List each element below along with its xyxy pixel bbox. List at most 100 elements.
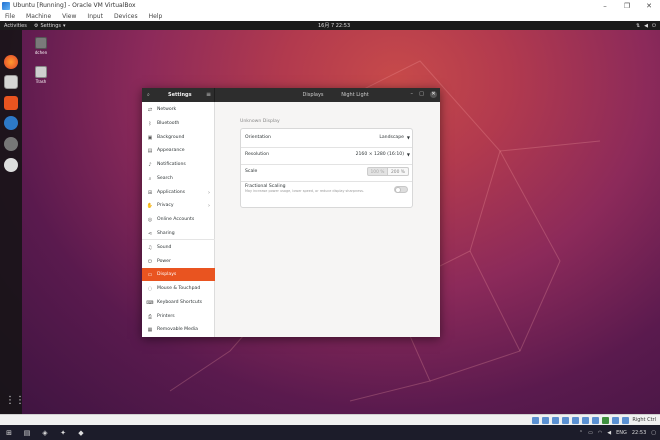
- language-indicator[interactable]: ENG: [616, 430, 627, 436]
- cpu-icon[interactable]: [612, 416, 620, 424]
- app-task-icon[interactable]: ✦: [54, 429, 72, 437]
- scale-row: Scale 100 % 200 %: [241, 167, 412, 178]
- hamburger-menu-icon[interactable]: ≡: [206, 91, 211, 98]
- sidebar-item-network[interactable]: ⇄ Network: [142, 103, 215, 116]
- battery-icon[interactable]: ▭: [588, 430, 593, 436]
- search-icon[interactable]: ⌕: [147, 92, 150, 98]
- shared-folder-icon[interactable]: [582, 416, 590, 424]
- network-status-icon: ⇅: [635, 22, 641, 29]
- sidebar-item-power[interactable]: ⏻ Power: [142, 255, 215, 268]
- network-icon[interactable]: [562, 416, 570, 424]
- trash-icon: [35, 66, 47, 78]
- settings-sidebar: ⇄ Network ᛒ Bluetooth ▣ Background ▤ Appeara…: [142, 102, 215, 337]
- app-menu[interactable]: ⚙ Settings ▾: [34, 23, 66, 29]
- bell-icon: ♪: [148, 161, 152, 168]
- menu-help[interactable]: Help: [144, 13, 169, 20]
- files-icon[interactable]: [4, 75, 18, 89]
- accounts-icon: ◎: [147, 216, 153, 223]
- orientation-row[interactable]: Orientation Landscape ▼: [241, 135, 412, 143]
- appearance-icon: ▤: [147, 147, 153, 154]
- close-icon[interactable]: ✕: [638, 2, 660, 10]
- system-tray[interactable]: ⇅ ◀ ⏻: [636, 23, 656, 29]
- sidebar-item-search[interactable]: ⌕ Search: [142, 172, 215, 185]
- tab-night-light[interactable]: Night Light: [334, 92, 376, 98]
- sidebar-item-notifications[interactable]: ♪ Notifications: [142, 158, 215, 171]
- display-icon[interactable]: [592, 416, 600, 424]
- desktop-icon-home[interactable]: dchen: [29, 37, 53, 55]
- dock: ⋮⋮: [0, 30, 25, 414]
- windows-start-icon[interactable]: ⊞: [0, 429, 18, 437]
- sidebar-item-label: Sound: [157, 245, 172, 250]
- sidebar-item-privacy[interactable]: ✋ Privacy ›: [142, 199, 215, 212]
- wifi-icon[interactable]: ◠: [598, 430, 602, 436]
- chevron-up-icon[interactable]: ⌃: [579, 430, 583, 436]
- task-view-icon[interactable]: ▤: [18, 429, 36, 437]
- mouse-icon: ◌: [147, 285, 153, 292]
- headerbar: ⌕ Settings ≡ Displays Night Light – □ ✕: [142, 88, 440, 102]
- close-icon[interactable]: ✕: [430, 91, 437, 98]
- sidebar-item-mouse-touchpad[interactable]: ◌ Mouse & Touchpad: [142, 282, 215, 295]
- desktop-icon-trash[interactable]: Trash: [29, 66, 53, 84]
- clock[interactable]: 16月 7 22:53: [318, 22, 350, 29]
- sidebar-item-label: Keyboard Shortcuts: [157, 300, 203, 305]
- maximize-icon[interactable]: □: [419, 91, 424, 97]
- search-icon: ⌕: [148, 175, 152, 182]
- sidebar-item-background[interactable]: ▣ Background: [142, 131, 215, 144]
- scale-200-button[interactable]: 200 %: [388, 167, 409, 176]
- volume-icon[interactable]: ◀: [607, 430, 611, 436]
- virtualbox-task-icon[interactable]: ◈: [36, 429, 54, 437]
- app-task-icon[interactable]: ◆: [72, 429, 90, 437]
- app-menu-label: Settings: [40, 22, 61, 29]
- mouse-integration-icon[interactable]: [622, 416, 630, 424]
- tab-displays[interactable]: Displays: [292, 92, 334, 98]
- music-icon: ♫: [147, 244, 153, 251]
- orientation-dropdown[interactable]: Landscape: [379, 135, 404, 140]
- taskbar-clock[interactable]: 22:53: [632, 430, 646, 436]
- sidebar-item-removable-media[interactable]: ▦ Removable Media: [142, 323, 215, 336]
- software-icon[interactable]: [4, 96, 18, 110]
- settings-icon[interactable]: [4, 137, 18, 151]
- menu-view[interactable]: View: [57, 13, 82, 20]
- usb-icon[interactable]: [572, 416, 580, 424]
- sidebar-item-keyboard-shortcuts[interactable]: ⌨ Keyboard Shortcuts: [142, 296, 215, 309]
- gnome-topbar: Activities ⚙ Settings ▾ 16月 7 22:53 ⇅ ◀ …: [0, 21, 660, 30]
- display-icon: ▭: [147, 271, 153, 278]
- sidebar-item-appearance[interactable]: ▤ Appearance: [142, 144, 215, 157]
- minimize-icon[interactable]: –: [411, 91, 414, 97]
- menu-devices[interactable]: Devices: [109, 13, 144, 20]
- fractional-scaling-toggle[interactable]: [394, 186, 408, 193]
- settings-gear-icon: ⚙: [34, 22, 39, 29]
- sidebar-item-label: Sharing: [157, 231, 175, 236]
- display-tabs: Displays Night Light: [292, 92, 376, 98]
- sidebar-item-applications[interactable]: ⊞ Applications ›: [142, 186, 215, 199]
- sidebar-item-online-accounts[interactable]: ◎ Online Accounts: [142, 213, 215, 226]
- sidebar-item-bluetooth[interactable]: ᛒ Bluetooth: [142, 117, 215, 130]
- recording-icon[interactable]: [602, 416, 610, 424]
- maximize-icon[interactable]: ❐: [616, 2, 638, 10]
- activities-button[interactable]: Activities: [0, 23, 34, 29]
- vbox-window-title: Ubuntu [Running] - Oracle VM VirtualBox: [13, 2, 136, 9]
- harddisk-icon[interactable]: [532, 416, 540, 424]
- menu-machine[interactable]: Machine: [21, 13, 57, 20]
- row-divider: [241, 147, 412, 148]
- resolution-row[interactable]: Resolution 2160 × 1280 (16:10) ▼: [241, 152, 412, 160]
- firefox-icon[interactable]: [4, 55, 18, 69]
- optical-drive-icon[interactable]: [542, 416, 550, 424]
- resolution-label: Resolution: [245, 152, 270, 157]
- audio-icon[interactable]: [552, 416, 560, 424]
- menu-file[interactable]: File: [0, 13, 21, 20]
- sidebar-item-displays[interactable]: ▭ Displays: [142, 268, 215, 281]
- disc-icon[interactable]: [4, 158, 18, 172]
- sidebar-item-sound[interactable]: ♫ Sound: [142, 241, 215, 254]
- notifications-icon[interactable]: ▢: [651, 430, 656, 436]
- menu-input[interactable]: Input: [82, 13, 109, 20]
- help-icon[interactable]: [4, 116, 18, 130]
- scale-100-button[interactable]: 100 %: [367, 167, 388, 176]
- resolution-dropdown[interactable]: 2160 × 1280 (16:10): [356, 152, 404, 157]
- fractional-scaling-row: Fractional Scaling May increase power us…: [241, 184, 412, 200]
- show-apps-icon[interactable]: ⋮⋮: [5, 395, 25, 407]
- sidebar-item-printers[interactable]: ⎙ Printers: [142, 310, 215, 323]
- sidebar-item-label: Search: [157, 176, 173, 181]
- power-icon: ⏻: [148, 258, 152, 265]
- minimize-icon[interactable]: –: [594, 2, 616, 10]
